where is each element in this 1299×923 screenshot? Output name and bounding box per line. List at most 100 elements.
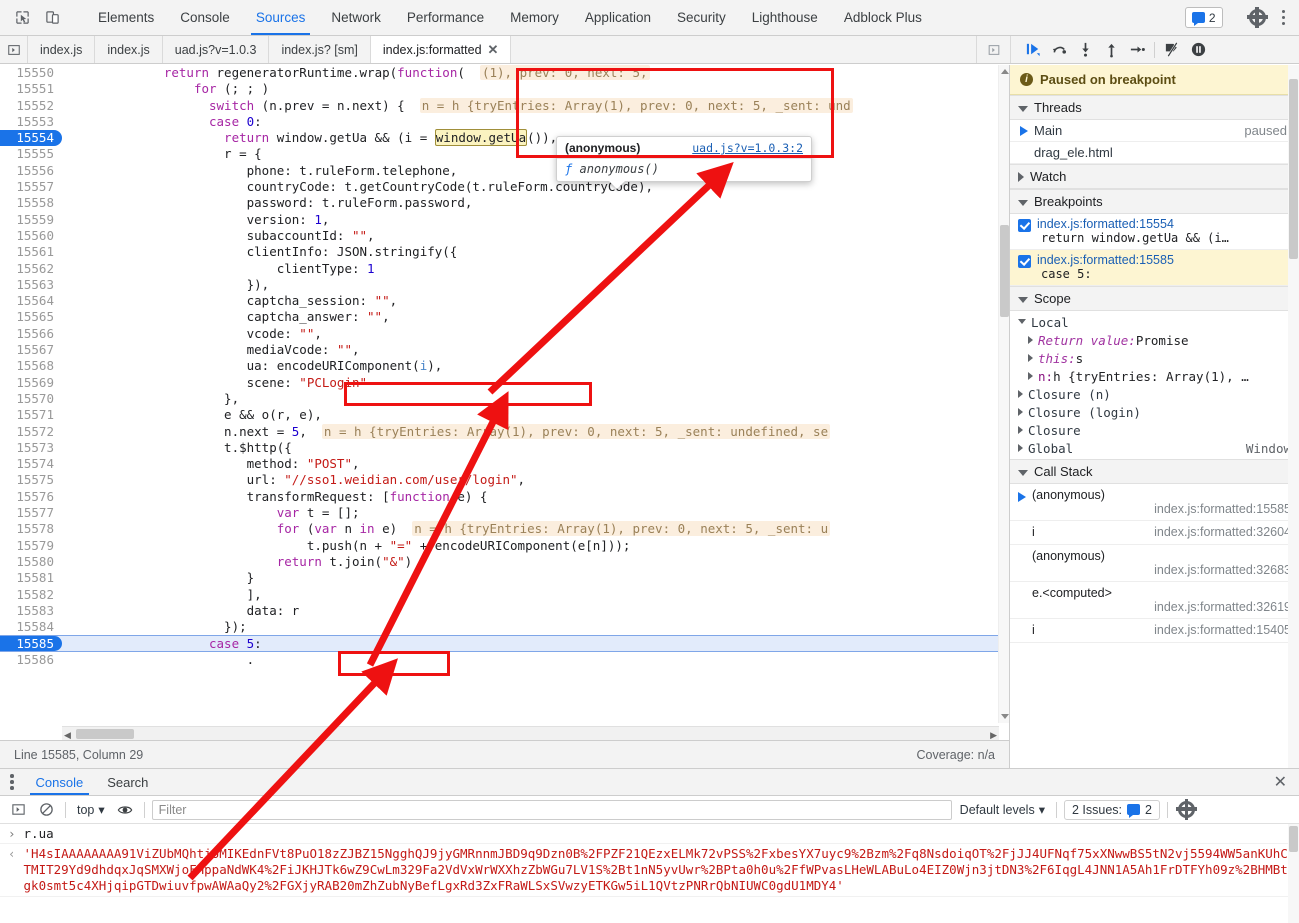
console-output[interactable]: › r.ua ‹ 'H4sIAAAAAAAA91ViZUbMQhtiUMIKEdnFV… — [0, 824, 1299, 923]
code-line-15568[interactable]: 15568 ua: encodeURIComponent(i), — [0, 358, 1009, 375]
line-number[interactable]: 15567 — [0, 342, 62, 359]
line-number[interactable]: 15573 — [0, 439, 62, 457]
deactivate-breakpoints-button[interactable] — [1160, 39, 1184, 61]
inspect-element-icon[interactable] — [8, 5, 36, 31]
panel-tab-application[interactable]: Application — [572, 0, 664, 35]
line-number[interactable]: 15556 — [0, 162, 62, 180]
line-number[interactable]: 15562 — [0, 260, 62, 277]
log-levels-selector[interactable]: Default levels ▾ — [956, 802, 1049, 818]
pause-on-exceptions-button[interactable] — [1186, 39, 1210, 61]
file-tab-1[interactable]: index.js — [95, 36, 163, 63]
line-number[interactable]: 15582 — [0, 586, 62, 603]
section-header-scope[interactable]: Scope — [1010, 286, 1299, 311]
code-line-15571[interactable]: 15571 e && o(r, e), — [0, 407, 1009, 424]
code-line-15575[interactable]: 15575 url: "//sso1.weidian.com/user/logi… — [0, 472, 1009, 489]
panel-tab-sources[interactable]: Sources — [243, 0, 319, 35]
code-line-15583[interactable]: 15583 data: r — [0, 602, 1009, 620]
sidebar-scroll-thumb[interactable] — [1289, 79, 1298, 259]
scroll-down-arrow-icon[interactable] — [1000, 714, 1009, 719]
panel-tab-performance[interactable]: Performance — [394, 0, 497, 35]
code-line-15555[interactable]: 15555 r = { — [0, 146, 1009, 163]
call-stack-frame-0[interactable]: (anonymous) index.js:formatted:15585 — [1010, 484, 1299, 521]
code-line-15578[interactable]: 15578 for (var n in e) n = h {tryEntries… — [0, 521, 1009, 538]
editor-hscroll-thumb[interactable] — [76, 729, 134, 739]
code-line-15551[interactable]: 15551 for (; ; ) — [0, 81, 1009, 98]
line-number[interactable]: 15574 — [0, 456, 62, 473]
line-number[interactable]: 15568 — [0, 358, 62, 375]
line-number[interactable]: 15569 — [0, 374, 62, 391]
line-number[interactable]: 15552 — [0, 97, 62, 114]
editor-scroll-thumb[interactable] — [1000, 225, 1009, 317]
line-number[interactable]: 15575 — [0, 472, 62, 489]
line-number[interactable]: 15560 — [0, 227, 62, 245]
step-button[interactable] — [1125, 39, 1149, 61]
code-line-15581[interactable]: 15581 } — [0, 570, 1009, 587]
settings-button[interactable] — [1244, 5, 1272, 31]
line-number[interactable]: 15576 — [0, 488, 62, 506]
breakpoint-item-1[interactable]: index.js:formatted:15585 case 5: — [1010, 250, 1299, 286]
line-number[interactable]: 15558 — [0, 195, 62, 212]
line-number[interactable]: 15570 — [0, 390, 62, 408]
line-number[interactable]: 15571 — [0, 407, 62, 424]
panel-tab-security[interactable]: Security — [664, 0, 739, 35]
editor-horizontal-scrollbar[interactable]: ◀ ▶ — [62, 726, 999, 740]
scope-group-4[interactable]: Global Window — [1010, 439, 1299, 457]
editor-vertical-scrollbar[interactable] — [998, 65, 1009, 723]
show-navigator-button[interactable] — [0, 36, 28, 63]
code-line-15576[interactable]: 15576 transformRequest: [function(e) { — [0, 488, 1009, 506]
code-line-15554[interactable]: 15554 return window.getUa && (i = window… — [0, 129, 1009, 147]
code-line-15561[interactable]: 15561 clientInfo: JSON.stringify({ — [0, 244, 1009, 261]
code-line-15552[interactable]: 15552 switch (n.prev = n.next) { n = h {… — [0, 97, 1009, 114]
hovered-expression-token[interactable]: window.getUa — [434, 129, 528, 147]
console-entry-0[interactable]: › r.ua — [0, 824, 1299, 844]
code-line-15557[interactable]: 15557 countryCode: t.getCountryCode(t.ru… — [0, 179, 1009, 196]
console-vertical-scrollbar[interactable] — [1288, 824, 1299, 923]
line-number[interactable]: 15572 — [0, 423, 62, 440]
panel-tab-network[interactable]: Network — [318, 0, 394, 35]
code-line-15564[interactable]: 15564 captcha_session: "", — [0, 293, 1009, 310]
line-number[interactable]: 15566 — [0, 325, 62, 343]
section-header-breakpoints[interactable]: Breakpoints — [1010, 189, 1299, 214]
breakpoint-item-0[interactable]: index.js:formatted:15554 return window.ge… — [1010, 214, 1299, 250]
line-number[interactable]: 15563 — [0, 276, 62, 294]
scope-variable-0-0[interactable]: Return value: Promise — [1010, 331, 1299, 349]
console-settings-button[interactable] — [1175, 798, 1199, 821]
code-line-15550[interactable]: 15550 return regeneratorRuntime.wrap(fun… — [0, 65, 1009, 82]
panel-tab-elements[interactable]: Elements — [85, 0, 167, 35]
section-header-call-stack[interactable]: Call Stack — [1010, 459, 1299, 484]
step-out-button[interactable] — [1099, 39, 1123, 61]
breakpoint-checkbox[interactable] — [1018, 255, 1031, 268]
line-number[interactable]: 15555 — [0, 146, 62, 163]
breakpoint-location[interactable]: index.js:formatted:15585 — [1037, 253, 1174, 267]
call-stack-frame-1[interactable]: i index.js:formatted:32604 — [1010, 521, 1299, 545]
section-header-threads[interactable]: Threads — [1010, 95, 1299, 120]
line-number[interactable]: 15559 — [0, 211, 62, 228]
more-options-button[interactable] — [1276, 9, 1292, 26]
code-line-15567[interactable]: 15567 mediaVcode: "", — [0, 342, 1009, 359]
close-drawer-button[interactable]: ✕ — [1262, 769, 1299, 795]
line-number[interactable]: 15579 — [0, 537, 62, 554]
line-number[interactable]: 15584 — [0, 619, 62, 636]
line-number[interactable]: 15557 — [0, 179, 62, 196]
console-entry-1[interactable]: ‹ 'H4sIAAAAAAAA91ViZUbMQhtiUMIKEdnFVt8PuO… — [0, 844, 1299, 897]
code-line-15580[interactable]: 15580 return t.join("&") — [0, 553, 1009, 571]
code-line-15573[interactable]: 15573 t.$http({ — [0, 439, 1009, 457]
thread-item-0[interactable]: Main paused — [1010, 120, 1299, 142]
code-line-15563[interactable]: 15563 }), — [0, 276, 1009, 294]
line-number[interactable]: 15577 — [0, 505, 62, 522]
thread-item-1[interactable]: drag_ele.html — [1010, 142, 1299, 164]
console-sidebar-toggle-button[interactable] — [6, 799, 30, 821]
drawer-more-options-button[interactable] — [0, 769, 24, 795]
scope-group-2[interactable]: Closure (login) — [1010, 403, 1299, 421]
resume-script-execution-button[interactable] — [1021, 39, 1045, 61]
code-line-15562[interactable]: 15562 clientType: 1 — [0, 260, 1009, 277]
code-line-15584[interactable]: 15584 }); — [0, 619, 1009, 636]
scope-variable-0-2[interactable]: n: h {tryEntries: Array(1), … — [1010, 367, 1299, 385]
line-number[interactable]: 15583 — [0, 602, 62, 620]
console-issues-button[interactable]: 2 Issues: 2 — [1064, 799, 1160, 820]
panel-tab-memory[interactable]: Memory — [497, 0, 572, 35]
code-line-15559[interactable]: 15559 version: 1, — [0, 211, 1009, 228]
call-stack-frame-3[interactable]: e.<computed> index.js:formatted:32619 — [1010, 582, 1299, 619]
source-code-editor[interactable]: 15550 return regeneratorRuntime.wrap(fun… — [0, 65, 1010, 768]
drawer-tab-console[interactable]: Console — [24, 769, 96, 795]
